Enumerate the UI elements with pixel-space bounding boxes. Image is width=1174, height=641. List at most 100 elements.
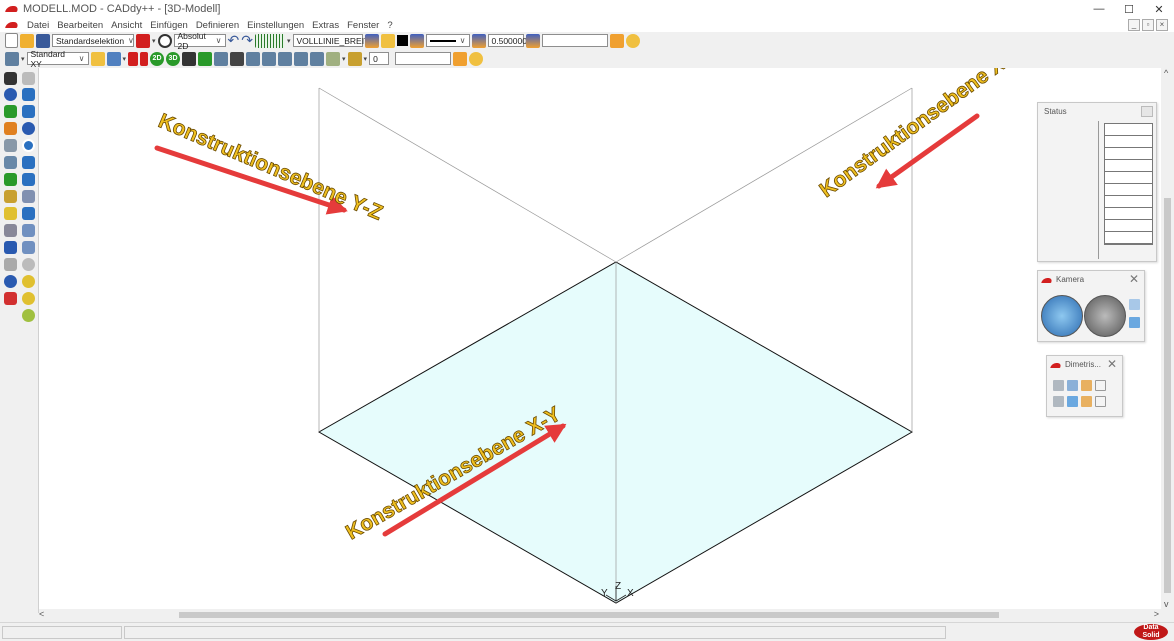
dimension-icon[interactable] bbox=[4, 190, 17, 203]
selection-mode-select[interactable]: Standardselektion ∨ bbox=[52, 34, 134, 47]
grid-icon[interactable] bbox=[254, 33, 285, 48]
measure-icon[interactable] bbox=[310, 51, 325, 66]
tree-icon[interactable] bbox=[198, 51, 213, 66]
sphere2-icon[interactable] bbox=[22, 122, 35, 135]
sphere-icon[interactable] bbox=[4, 88, 17, 101]
camera-view-cube2-icon[interactable] bbox=[1129, 317, 1140, 328]
geometry-icon[interactable] bbox=[4, 105, 17, 118]
symbol-icon[interactable] bbox=[4, 224, 17, 237]
save-icon[interactable] bbox=[36, 33, 50, 48]
camera-close-icon[interactable]: ✕ bbox=[1129, 272, 1139, 286]
camera-rotate-dial[interactable] bbox=[1084, 295, 1126, 337]
menu-einstellungen[interactable]: Einstellungen bbox=[243, 20, 308, 31]
cone-icon[interactable] bbox=[22, 156, 35, 169]
help-bulb2-icon[interactable] bbox=[469, 51, 484, 66]
lightbulb-icon[interactable] bbox=[380, 33, 395, 48]
zoom-all-icon[interactable] bbox=[278, 51, 293, 66]
view-cube-8-icon[interactable] bbox=[1095, 396, 1106, 407]
minimize-button[interactable]: — bbox=[1084, 0, 1114, 18]
zoom-window-icon[interactable] bbox=[214, 51, 229, 66]
mdi-close-button[interactable]: × bbox=[1156, 19, 1168, 31]
material-dropdown[interactable]: ▾ bbox=[342, 55, 346, 63]
pencil-icon[interactable] bbox=[128, 51, 139, 66]
zoom-out-icon[interactable] bbox=[262, 51, 277, 66]
help-bulb-icon[interactable] bbox=[625, 33, 640, 48]
pencil-tool-icon[interactable] bbox=[4, 122, 17, 135]
folder-bulb-icon[interactable] bbox=[453, 51, 468, 66]
camera-view-cube-icon[interactable] bbox=[1129, 299, 1140, 310]
loft-icon[interactable] bbox=[22, 241, 35, 254]
menu-bearbeiten[interactable]: Bearbeiten bbox=[53, 20, 107, 31]
coordinate-mode-select[interactable]: Absolut 2D ∨ bbox=[173, 31, 226, 51]
torus-icon[interactable] bbox=[22, 139, 35, 152]
yellow-sphere-icon[interactable] bbox=[22, 275, 35, 288]
view-cube-3-icon[interactable] bbox=[1081, 380, 1092, 391]
box-icon[interactable] bbox=[22, 88, 35, 101]
view-select[interactable]: Standard XY ∨ bbox=[26, 49, 89, 69]
model-viewport[interactable]: Konstruktionsebene Y-Z Konstruktionseben… bbox=[39, 40, 1161, 609]
drawing-canvas[interactable]: Konstruktionsebene Y-Z Konstruktionseben… bbox=[39, 40, 1161, 609]
extra-input-field[interactable] bbox=[541, 34, 608, 47]
menu-fenster[interactable]: Fenster bbox=[343, 20, 383, 31]
layer-tool-icon[interactable] bbox=[4, 258, 17, 271]
line-type-field[interactable]: VOLLLINIE_BREIT bbox=[292, 34, 369, 47]
horizontal-scroll-thumb[interactable] bbox=[179, 612, 999, 618]
material-icon[interactable] bbox=[326, 51, 341, 66]
layer-icon[interactable] bbox=[364, 33, 379, 48]
eraser-icon[interactable] bbox=[4, 292, 17, 305]
scroll-right-arrow[interactable]: > bbox=[1154, 609, 1159, 619]
dimetric-close-icon[interactable]: ✕ bbox=[1107, 357, 1117, 371]
menu-datei[interactable]: Datei bbox=[23, 20, 53, 31]
menu-ansicht[interactable]: Ansicht bbox=[107, 20, 146, 31]
view-cube-7-icon[interactable] bbox=[1081, 396, 1092, 407]
menu-help[interactable]: ? bbox=[383, 20, 396, 31]
close-button[interactable]: ✕ bbox=[1144, 0, 1174, 18]
view-3d-button[interactable]: 3D bbox=[166, 51, 181, 66]
orbit-icon[interactable] bbox=[182, 51, 197, 66]
linewidth-icon[interactable] bbox=[471, 33, 486, 48]
green-pencil-icon[interactable] bbox=[4, 173, 17, 186]
transform-tool-icon[interactable] bbox=[4, 156, 17, 169]
color-black-swatch[interactable] bbox=[396, 35, 408, 46]
status-panel-button[interactable] bbox=[1141, 106, 1153, 117]
horizontal-scrollbar[interactable]: < > bbox=[39, 609, 1161, 621]
view-cube-6-icon[interactable] bbox=[1067, 396, 1078, 407]
layer-color-swatch[interactable] bbox=[347, 51, 362, 66]
pan-hand-icon[interactable] bbox=[230, 51, 245, 66]
folder-light-icon[interactable] bbox=[609, 33, 624, 48]
view-cube-5-icon[interactable] bbox=[1053, 396, 1064, 407]
ring-icon[interactable] bbox=[22, 258, 35, 271]
new-file-icon[interactable] bbox=[5, 33, 18, 48]
grid-dropdown[interactable]: ▾ bbox=[287, 37, 291, 45]
select-arrow-icon[interactable] bbox=[4, 72, 17, 85]
menu-definieren[interactable]: Definieren bbox=[192, 20, 243, 31]
select-arrow-alt-icon[interactable] bbox=[22, 72, 35, 85]
menu-einfuegen[interactable]: Einfügen bbox=[146, 20, 192, 31]
line-width-field[interactable]: 0.500000 bbox=[487, 34, 527, 47]
revolve-icon[interactable] bbox=[22, 173, 35, 186]
transform-dropdown[interactable]: ▾ bbox=[123, 55, 127, 63]
info-icon[interactable] bbox=[4, 275, 17, 288]
sweep-icon[interactable] bbox=[22, 224, 35, 237]
pen-icon[interactable] bbox=[525, 33, 540, 48]
layer-color-dropdown[interactable]: ▾ bbox=[364, 55, 368, 63]
solid-icon[interactable] bbox=[22, 207, 35, 220]
view-2d-button[interactable]: 2D bbox=[150, 51, 165, 66]
green-sphere-icon[interactable] bbox=[22, 309, 35, 322]
text-tool-icon[interactable] bbox=[4, 241, 17, 254]
selection-filter-icon[interactable] bbox=[136, 33, 150, 48]
zoom-extents-icon[interactable] bbox=[294, 51, 309, 66]
mdi-restore-button[interactable]: ▫ bbox=[1142, 19, 1154, 31]
text-input-field[interactable] bbox=[395, 52, 452, 65]
transform-icon[interactable] bbox=[106, 51, 121, 66]
view-cube-1-icon[interactable] bbox=[1053, 380, 1064, 391]
vertical-scrollbar[interactable]: ^ v bbox=[1161, 68, 1174, 609]
zoom-in-icon[interactable] bbox=[246, 51, 261, 66]
redo-icon[interactable]: ↷ bbox=[241, 32, 253, 49]
extrude-icon[interactable] bbox=[22, 190, 35, 203]
mdi-minimize-button[interactable]: _ bbox=[1128, 19, 1140, 31]
menu-extras[interactable]: Extras bbox=[308, 20, 343, 31]
yellow-ring-icon[interactable] bbox=[22, 292, 35, 305]
cylinder-icon[interactable] bbox=[22, 105, 35, 118]
line-style-select[interactable]: ∨ bbox=[425, 34, 470, 47]
